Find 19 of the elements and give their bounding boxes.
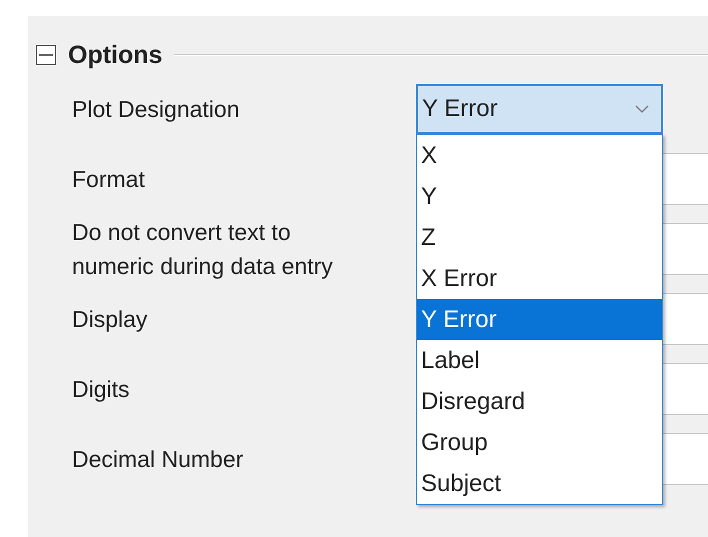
dropdown-option[interactable]: Disregard <box>417 381 662 422</box>
dropdown-option[interactable]: Label <box>417 340 662 381</box>
chevron-down-icon <box>635 105 649 113</box>
dropdown-option[interactable]: Group <box>417 422 662 463</box>
field-label: Do not convert text to numeric during data entry <box>71 218 334 281</box>
dropdown-option[interactable]: Y Error <box>417 299 662 340</box>
field-label: Decimal Number <box>71 445 244 474</box>
collapse-icon[interactable] <box>36 45 56 65</box>
dropdown-option[interactable]: Subject <box>417 463 662 504</box>
dropdown-option[interactable]: Z <box>417 217 662 258</box>
section-title: Options <box>68 40 162 70</box>
dropdown-option[interactable]: Y <box>417 176 662 217</box>
field-label: Display <box>71 305 148 334</box>
dropdown-option[interactable]: X <box>417 135 662 176</box>
dropdown[interactable]: Y Error <box>416 84 663 134</box>
field-label: Plot Designation <box>71 95 240 124</box>
field-label: Digits <box>71 375 131 404</box>
field-label: Format <box>71 165 146 194</box>
dropdown-option[interactable]: X Error <box>417 258 662 299</box>
